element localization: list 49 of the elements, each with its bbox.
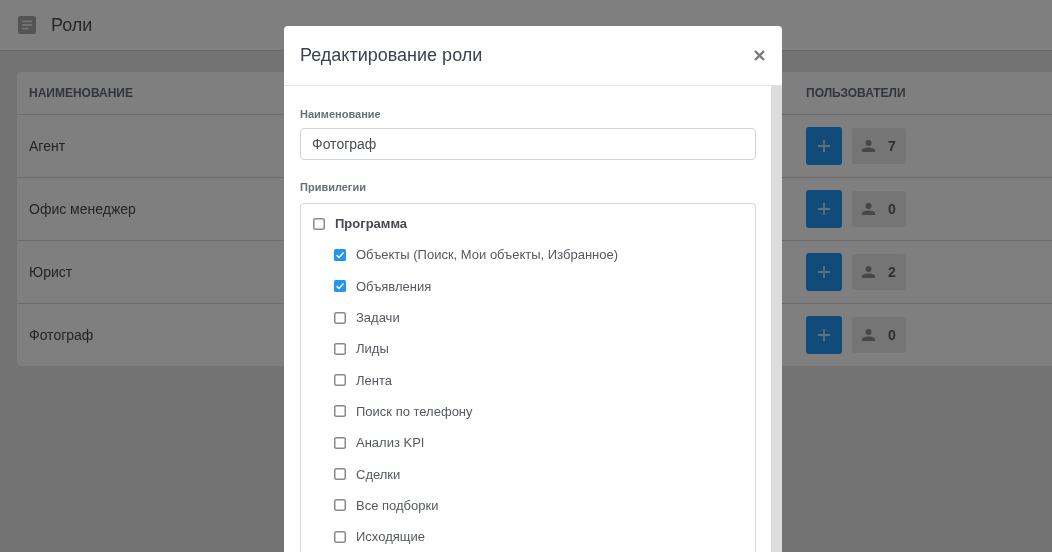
role-name: Офис менеджер bbox=[29, 201, 136, 217]
modal-title: Редактирование роли bbox=[300, 45, 483, 66]
add-user-button[interactable] bbox=[806, 253, 842, 291]
person-icon bbox=[862, 329, 875, 341]
checkbox[interactable] bbox=[334, 499, 346, 512]
scrollbar[interactable] bbox=[771, 86, 782, 552]
privilege-label[interactable]: Программа bbox=[335, 216, 408, 232]
plus-icon bbox=[818, 140, 830, 152]
checkbox[interactable] bbox=[334, 280, 346, 293]
privilege-label[interactable]: Объявления bbox=[356, 278, 432, 294]
column-header: НАИМЕНОВАНИЕ bbox=[29, 86, 133, 100]
plus-icon bbox=[818, 329, 830, 341]
plus-icon bbox=[818, 266, 830, 278]
field-label: Наименование bbox=[300, 107, 381, 121]
privilege-label[interactable]: Задачи bbox=[356, 310, 400, 326]
person-icon bbox=[862, 140, 875, 152]
checkbox[interactable] bbox=[334, 248, 346, 261]
role-name: Агент bbox=[29, 138, 66, 154]
person-icon bbox=[862, 203, 875, 215]
role-name: Фотограф bbox=[29, 327, 94, 343]
privilege-label[interactable]: Анализ KPI bbox=[356, 435, 425, 451]
checkbox[interactable] bbox=[334, 374, 346, 387]
privilege-label[interactable]: Все подборки bbox=[356, 497, 439, 513]
checkbox[interactable] bbox=[334, 405, 346, 418]
name-input[interactable]: Фотограф bbox=[300, 128, 756, 160]
privilege-label[interactable]: Лиды bbox=[356, 341, 389, 357]
add-user-button[interactable] bbox=[806, 190, 842, 228]
add-user-button[interactable] bbox=[806, 127, 842, 165]
checkbox[interactable] bbox=[313, 217, 325, 230]
person-icon bbox=[862, 266, 875, 278]
privilege-label[interactable]: Исходящие bbox=[356, 529, 425, 545]
add-user-button[interactable] bbox=[806, 316, 842, 354]
privilege-label[interactable]: Лента bbox=[356, 372, 392, 388]
checkbox[interactable] bbox=[334, 311, 346, 324]
privilege-label[interactable]: Поиск по телефону bbox=[356, 403, 473, 419]
checkbox[interactable] bbox=[334, 342, 346, 355]
document-icon bbox=[18, 16, 36, 34]
column-header: ПОЛЬЗОВАТЕЛИ bbox=[806, 86, 906, 100]
role-name: Юрист bbox=[29, 264, 73, 280]
privilege-label[interactable]: Объекты (Поиск, Мои объекты, Избранное) bbox=[356, 247, 619, 263]
close-button[interactable] bbox=[754, 50, 765, 61]
checkbox[interactable] bbox=[334, 468, 346, 480]
close-icon bbox=[754, 50, 765, 61]
privilege-label[interactable]: Сделки bbox=[356, 466, 401, 482]
checkbox[interactable] bbox=[334, 436, 346, 449]
field-label: Привилегии bbox=[300, 180, 366, 194]
page-title: Роли bbox=[51, 14, 93, 36]
checkbox[interactable] bbox=[334, 530, 346, 543]
plus-icon bbox=[818, 203, 830, 215]
